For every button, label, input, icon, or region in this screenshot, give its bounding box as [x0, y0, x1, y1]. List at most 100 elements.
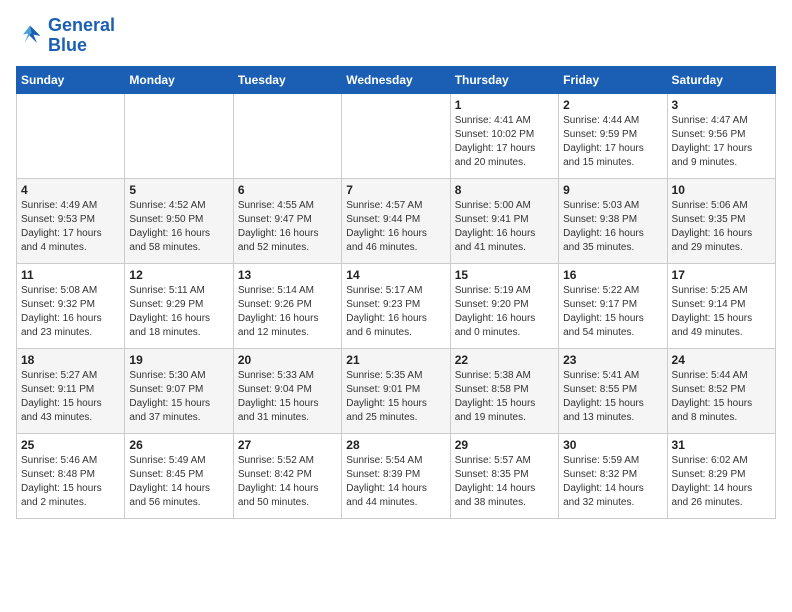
day-number: 29 [455, 438, 554, 452]
day-detail: Sunrise: 5:03 AM Sunset: 9:38 PM Dayligh… [563, 199, 662, 255]
day-cell [125, 93, 233, 178]
day-cell: 26 Sunrise: 5:49 AM Sunset: 8:45 PM Dayli… [125, 433, 233, 518]
day-cell: 21Sunrise: 5:35 AM Sunset: 9:01 PM Dayli… [342, 348, 450, 433]
header-cell-sunday: Sunday [17, 66, 125, 93]
day-cell: 30Sunrise: 5:59 AM Sunset: 8:32 PM Dayli… [559, 433, 667, 518]
day-number: 24 [672, 353, 771, 367]
day-cell: 22 Sunrise: 5:38 AM Sunset: 8:58 PM Dayli… [450, 348, 558, 433]
day-cell: 16 Sunrise: 5:22 AM Sunset: 9:17 PM Dayli… [559, 263, 667, 348]
day-cell: 1 Sunrise: 4:41 AM Sunset: 10:02 PM Dayli… [450, 93, 558, 178]
day-cell: 6 Sunrise: 4:55 AM Sunset: 9:47 PM Daylig… [233, 178, 341, 263]
day-number: 8 [455, 183, 554, 197]
day-detail: Sunrise: 5:30 AM Sunset: 9:07 PM Dayligh… [129, 369, 228, 425]
day-number: 31 [672, 438, 771, 452]
day-number: 14 [346, 268, 445, 282]
day-number: 30 [563, 438, 662, 452]
day-number: 26 [129, 438, 228, 452]
day-number: 2 [563, 98, 662, 112]
day-detail: Sunrise: 5:52 AM Sunset: 8:42 PM Dayligh… [238, 454, 337, 510]
day-cell: 19Sunrise: 5:30 AM Sunset: 9:07 PM Dayli… [125, 348, 233, 433]
day-number: 7 [346, 183, 445, 197]
day-cell: 12Sunrise: 5:11 AM Sunset: 9:29 PM Dayli… [125, 263, 233, 348]
header-cell-saturday: Saturday [667, 66, 775, 93]
day-detail: Sunrise: 5:49 AM Sunset: 8:45 PM Dayligh… [129, 454, 228, 510]
day-detail: Sunrise: 5:06 AM Sunset: 9:35 PM Dayligh… [672, 199, 771, 255]
day-detail: Sunrise: 5:57 AM Sunset: 8:35 PM Dayligh… [455, 454, 554, 510]
day-number: 21 [346, 353, 445, 367]
logo-text: General Blue [48, 16, 115, 56]
logo: General Blue [16, 16, 115, 56]
day-detail: Sunrise: 5:25 AM Sunset: 9:14 PM Dayligh… [672, 284, 771, 340]
day-cell: 7 Sunrise: 4:57 AM Sunset: 9:44 PM Daylig… [342, 178, 450, 263]
day-detail: Sunrise: 5:14 AM Sunset: 9:26 PM Dayligh… [238, 284, 337, 340]
day-detail: Sunrise: 4:41 AM Sunset: 10:02 PM Daylig… [455, 114, 554, 170]
day-detail: Sunrise: 5:41 AM Sunset: 8:55 PM Dayligh… [563, 369, 662, 425]
header-cell-wednesday: Wednesday [342, 66, 450, 93]
day-cell: 31 Sunrise: 6:02 AM Sunset: 8:29 PM Dayli… [667, 433, 775, 518]
day-number: 3 [672, 98, 771, 112]
day-detail: Sunrise: 4:55 AM Sunset: 9:47 PM Dayligh… [238, 199, 337, 255]
day-detail: Sunrise: 5:00 AM Sunset: 9:41 PM Dayligh… [455, 199, 554, 255]
day-cell: 2 Sunrise: 4:44 AM Sunset: 9:59 PM Daylig… [559, 93, 667, 178]
day-number: 17 [672, 268, 771, 282]
day-detail: Sunrise: 5:22 AM Sunset: 9:17 PM Dayligh… [563, 284, 662, 340]
day-detail: Sunrise: 4:44 AM Sunset: 9:59 PM Dayligh… [563, 114, 662, 170]
day-detail: Sunrise: 4:47 AM Sunset: 9:56 PM Dayligh… [672, 114, 771, 170]
day-cell: 20 Sunrise: 5:33 AM Sunset: 9:04 PM Dayli… [233, 348, 341, 433]
day-number: 5 [129, 183, 228, 197]
day-number: 13 [238, 268, 337, 282]
day-number: 12 [129, 268, 228, 282]
day-cell: 13 Sunrise: 5:14 AM Sunset: 9:26 PM Dayli… [233, 263, 341, 348]
day-number: 22 [455, 353, 554, 367]
day-number: 16 [563, 268, 662, 282]
day-detail: Sunrise: 5:27 AM Sunset: 9:11 PM Dayligh… [21, 369, 120, 425]
calendar-body: 1 Sunrise: 4:41 AM Sunset: 10:02 PM Dayli… [17, 93, 776, 518]
header-row: SundayMondayTuesdayWednesdayThursdayFrid… [17, 66, 776, 93]
day-detail: Sunrise: 5:54 AM Sunset: 8:39 PM Dayligh… [346, 454, 445, 510]
day-cell: 27Sunrise: 5:52 AM Sunset: 8:42 PM Dayli… [233, 433, 341, 518]
header-cell-thursday: Thursday [450, 66, 558, 93]
day-cell: 17 Sunrise: 5:25 AM Sunset: 9:14 PM Dayli… [667, 263, 775, 348]
day-detail: Sunrise: 5:33 AM Sunset: 9:04 PM Dayligh… [238, 369, 337, 425]
day-number: 18 [21, 353, 120, 367]
day-cell: 14 Sunrise: 5:17 AM Sunset: 9:23 PM Dayli… [342, 263, 450, 348]
day-cell: 9Sunrise: 5:03 AM Sunset: 9:38 PM Daylig… [559, 178, 667, 263]
week-row-2: 4 Sunrise: 4:49 AM Sunset: 9:53 PM Daylig… [17, 178, 776, 263]
day-cell: 23 Sunrise: 5:41 AM Sunset: 8:55 PM Dayli… [559, 348, 667, 433]
day-detail: Sunrise: 5:17 AM Sunset: 9:23 PM Dayligh… [346, 284, 445, 340]
day-detail: Sunrise: 4:52 AM Sunset: 9:50 PM Dayligh… [129, 199, 228, 255]
day-number: 1 [455, 98, 554, 112]
day-number: 25 [21, 438, 120, 452]
header-cell-monday: Monday [125, 66, 233, 93]
day-number: 28 [346, 438, 445, 452]
day-cell [17, 93, 125, 178]
day-cell [233, 93, 341, 178]
week-row-5: 25Sunrise: 5:46 AM Sunset: 8:48 PM Dayli… [17, 433, 776, 518]
calendar-table: SundayMondayTuesdayWednesdayThursdayFrid… [16, 66, 776, 519]
day-cell: 4 Sunrise: 4:49 AM Sunset: 9:53 PM Daylig… [17, 178, 125, 263]
day-cell: 11Sunrise: 5:08 AM Sunset: 9:32 PM Dayli… [17, 263, 125, 348]
day-cell: 15Sunrise: 5:19 AM Sunset: 9:20 PM Dayli… [450, 263, 558, 348]
day-cell: 8 Sunrise: 5:00 AM Sunset: 9:41 PM Daylig… [450, 178, 558, 263]
day-number: 10 [672, 183, 771, 197]
day-detail: Sunrise: 4:49 AM Sunset: 9:53 PM Dayligh… [21, 199, 120, 255]
week-row-3: 11Sunrise: 5:08 AM Sunset: 9:32 PM Dayli… [17, 263, 776, 348]
day-detail: Sunrise: 6:02 AM Sunset: 8:29 PM Dayligh… [672, 454, 771, 510]
day-detail: Sunrise: 5:38 AM Sunset: 8:58 PM Dayligh… [455, 369, 554, 425]
day-number: 15 [455, 268, 554, 282]
page-header: General Blue [16, 16, 776, 56]
day-number: 11 [21, 268, 120, 282]
calendar-header: SundayMondayTuesdayWednesdayThursdayFrid… [17, 66, 776, 93]
day-detail: Sunrise: 4:57 AM Sunset: 9:44 PM Dayligh… [346, 199, 445, 255]
day-cell: 18 Sunrise: 5:27 AM Sunset: 9:11 PM Dayli… [17, 348, 125, 433]
day-number: 4 [21, 183, 120, 197]
day-number: 6 [238, 183, 337, 197]
week-row-1: 1 Sunrise: 4:41 AM Sunset: 10:02 PM Dayli… [17, 93, 776, 178]
day-number: 20 [238, 353, 337, 367]
day-detail: Sunrise: 5:44 AM Sunset: 8:52 PM Dayligh… [672, 369, 771, 425]
day-cell: 24 Sunrise: 5:44 AM Sunset: 8:52 PM Dayli… [667, 348, 775, 433]
header-cell-friday: Friday [559, 66, 667, 93]
day-number: 23 [563, 353, 662, 367]
week-row-4: 18 Sunrise: 5:27 AM Sunset: 9:11 PM Dayli… [17, 348, 776, 433]
day-cell [342, 93, 450, 178]
